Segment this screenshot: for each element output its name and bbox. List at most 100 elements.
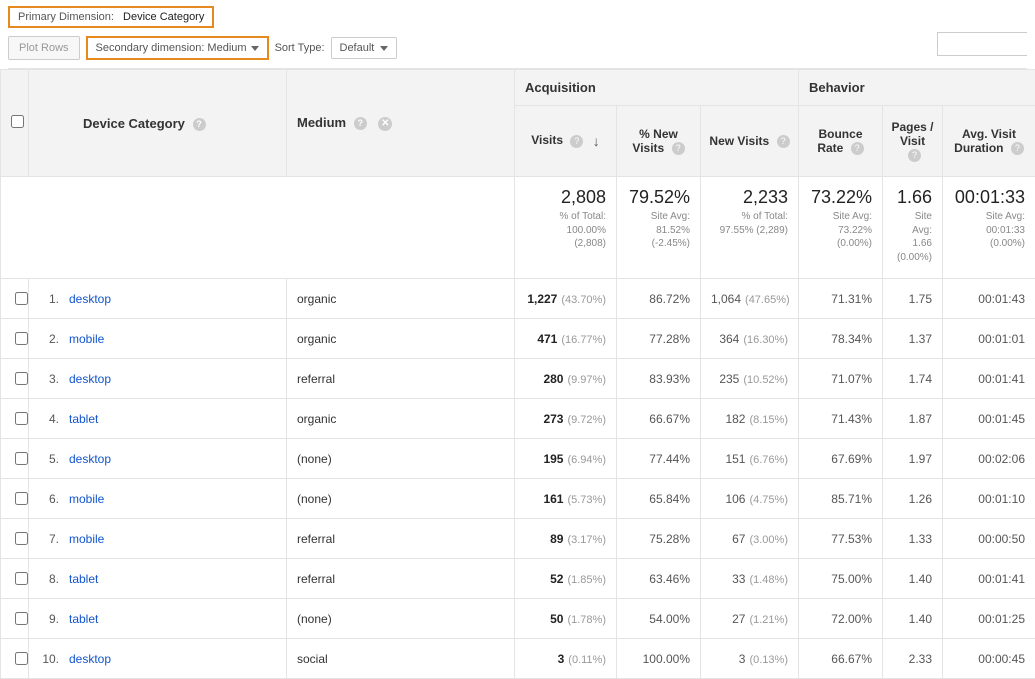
row-checkbox[interactable]	[15, 532, 28, 545]
table-row[interactable]: 1.desktoporganic1,227(43.70%)86.72%1,064…	[1, 279, 1035, 319]
search-input[interactable]	[937, 32, 1027, 56]
duration-cell: 00:01:41	[943, 559, 1035, 599]
help-icon[interactable]: ?	[851, 142, 864, 155]
device-category-link[interactable]: tablet	[69, 572, 98, 586]
duration-cell: 00:01:01	[943, 319, 1035, 359]
row-checkbox-cell[interactable]	[1, 399, 29, 439]
pct-new-visits-cell: 77.28%	[617, 319, 701, 359]
medium-cell: (none)	[287, 479, 515, 519]
new-visits-cell: 235(10.52%)	[701, 359, 799, 399]
medium-cell: organic	[287, 399, 515, 439]
new-visits-cell: 27(1.21%)	[701, 599, 799, 639]
device-category-link[interactable]: desktop	[69, 452, 111, 466]
pages-per-visit-cell: 1.40	[883, 559, 943, 599]
help-icon[interactable]: ?	[908, 149, 921, 162]
table-row[interactable]: 7.mobilereferral89(3.17%)75.28%67(3.00%)…	[1, 519, 1035, 559]
pct-new-visits-cell: 100.00%	[617, 639, 701, 679]
device-category-link[interactable]: desktop	[69, 292, 111, 306]
row-checkbox-cell[interactable]	[1, 519, 29, 559]
plot-rows-button[interactable]: Plot Rows	[8, 36, 80, 60]
pages-per-visit-cell: 1.75	[883, 279, 943, 319]
row-checkbox-cell[interactable]	[1, 319, 29, 359]
avg-visit-duration-header[interactable]: Avg. Visit Duration ?	[943, 106, 1035, 177]
device-category-link[interactable]: mobile	[69, 532, 104, 546]
row-checkbox[interactable]	[15, 652, 28, 665]
device-category-link[interactable]: desktop	[69, 652, 111, 666]
help-icon[interactable]: ?	[193, 118, 206, 131]
pages-per-visit-cell: 1.40	[883, 599, 943, 639]
bounce-rate-cell: 71.31%	[799, 279, 883, 319]
table-row[interactable]: 8.tabletreferral52(1.85%)63.46%33(1.48%)…	[1, 559, 1035, 599]
table-row[interactable]: 5.desktop(none)195(6.94%)77.44%151(6.76%…	[1, 439, 1035, 479]
pages-per-visit-header[interactable]: Pages / Visit ?	[883, 106, 943, 177]
bounce-rate-cell: 72.00%	[799, 599, 883, 639]
visits-cell: 50(1.78%)	[515, 599, 617, 639]
device-category-header[interactable]: Device Category ?	[29, 70, 287, 177]
pct-new-visits-cell: 75.28%	[617, 519, 701, 559]
row-checkbox[interactable]	[15, 332, 28, 345]
row-checkbox-cell[interactable]	[1, 439, 29, 479]
acquisition-group-header: Acquisition	[515, 70, 799, 106]
device-category-link[interactable]: desktop	[69, 372, 111, 386]
table-row[interactable]: 10.desktopsocial3(0.11%)100.00%3(0.13%)6…	[1, 639, 1035, 679]
row-checkbox-cell[interactable]	[1, 639, 29, 679]
summary-row: 2,808 % of Total: 100.00% (2,808) 79.52%…	[1, 177, 1035, 279]
visits-header[interactable]: Visits ? ↓	[515, 106, 617, 177]
bounce-rate-cell: 77.53%	[799, 519, 883, 559]
row-checkbox-cell[interactable]	[1, 559, 29, 599]
bounce-rate-header[interactable]: Bounce Rate ?	[799, 106, 883, 177]
help-icon[interactable]: ?	[570, 135, 583, 148]
device-category-link[interactable]: mobile	[69, 332, 104, 346]
bounce-rate-cell: 71.07%	[799, 359, 883, 399]
table-row[interactable]: 2.mobileorganic471(16.77%)77.28%364(16.3…	[1, 319, 1035, 359]
table-row[interactable]: 3.desktopreferral280(9.97%)83.93%235(10.…	[1, 359, 1035, 399]
row-checkbox[interactable]	[15, 612, 28, 625]
row-checkbox-cell[interactable]	[1, 279, 29, 319]
table-row[interactable]: 4.tabletorganic273(9.72%)66.67%182(8.15%…	[1, 399, 1035, 439]
help-icon[interactable]: ?	[1011, 142, 1024, 155]
row-checkbox[interactable]	[15, 492, 28, 505]
table-row[interactable]: 9.tablet(none)50(1.78%)54.00%27(1.21%)72…	[1, 599, 1035, 639]
row-checkbox-cell[interactable]	[1, 599, 29, 639]
new-visits-cell: 3(0.13%)	[701, 639, 799, 679]
row-checkbox[interactable]	[15, 372, 28, 385]
pct-new-visits-header[interactable]: % New Visits ?	[617, 106, 701, 177]
select-all-checkbox[interactable]	[11, 115, 24, 128]
summary-pct-new: 79.52% Site Avg: 81.52% (-2.45%)	[617, 177, 701, 279]
row-checkbox-cell[interactable]	[1, 359, 29, 399]
device-category-cell: 5.desktop	[29, 439, 287, 479]
remove-secondary-dimension-icon[interactable]: ✕	[378, 117, 392, 131]
row-checkbox-cell[interactable]	[1, 479, 29, 519]
pages-per-visit-cell: 1.74	[883, 359, 943, 399]
device-category-link[interactable]: tablet	[69, 612, 98, 626]
pages-per-visit-cell: 2.33	[883, 639, 943, 679]
visits-cell: 52(1.85%)	[515, 559, 617, 599]
help-icon[interactable]: ?	[354, 117, 367, 130]
new-visits-header[interactable]: New Visits ?	[701, 106, 799, 177]
visits-cell: 273(9.72%)	[515, 399, 617, 439]
sort-type-dropdown[interactable]: Default	[331, 37, 398, 59]
visits-cell: 161(5.73%)	[515, 479, 617, 519]
row-checkbox[interactable]	[15, 572, 28, 585]
help-icon[interactable]: ?	[777, 135, 790, 148]
visits-cell: 3(0.11%)	[515, 639, 617, 679]
device-category-link[interactable]: tablet	[69, 412, 98, 426]
medium-cell: organic	[287, 279, 515, 319]
device-category-link[interactable]: mobile	[69, 492, 104, 506]
device-category-cell: 4.tablet	[29, 399, 287, 439]
help-icon[interactable]: ?	[672, 142, 685, 155]
medium-header[interactable]: Medium ? ✕	[287, 70, 515, 177]
duration-cell: 00:01:43	[943, 279, 1035, 319]
visits-cell: 1,227(43.70%)	[515, 279, 617, 319]
medium-cell: referral	[287, 519, 515, 559]
new-visits-cell: 1,064(47.65%)	[701, 279, 799, 319]
secondary-dimension-dropdown[interactable]: Secondary dimension: Medium	[86, 36, 269, 60]
pages-per-visit-cell: 1.87	[883, 399, 943, 439]
select-all-header[interactable]	[1, 70, 29, 177]
pages-per-visit-cell: 1.37	[883, 319, 943, 359]
row-checkbox[interactable]	[15, 292, 28, 305]
table-row[interactable]: 6.mobile(none)161(5.73%)65.84%106(4.75%)…	[1, 479, 1035, 519]
row-checkbox[interactable]	[15, 412, 28, 425]
visits-cell: 280(9.97%)	[515, 359, 617, 399]
row-checkbox[interactable]	[15, 452, 28, 465]
